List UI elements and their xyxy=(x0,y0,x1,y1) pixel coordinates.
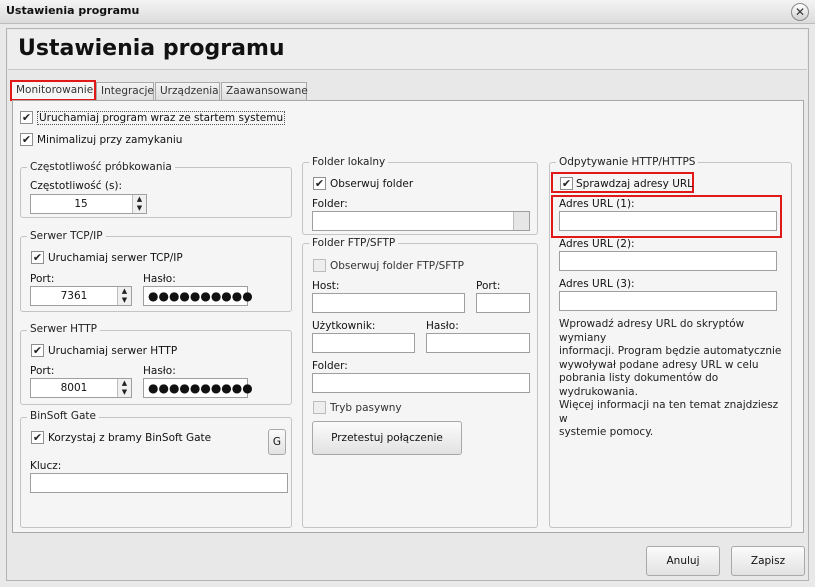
minimize-label: Minimalizuj przy zamykaniu xyxy=(37,134,183,146)
frequency-spinbox[interactable]: 15 ▲ ▼ xyxy=(30,194,147,214)
tcp-password-label: Hasło: xyxy=(143,273,176,285)
url3-label: Adres URL (3): xyxy=(559,278,635,290)
ftp-passive-label: Tryb pasywny xyxy=(330,402,402,414)
dialog-header: Ustawienia programu xyxy=(8,30,807,70)
ftp-user-input[interactable] xyxy=(312,333,415,353)
frequency-value: 15 xyxy=(74,198,88,210)
url-check-label: Sprawdzaj adresy URL xyxy=(576,178,694,190)
local-folder-label: Folder: xyxy=(312,198,348,210)
ftp-observe-checkbox[interactable] xyxy=(313,259,326,272)
ftp-host-label: Host: xyxy=(312,280,340,292)
gate-key-input[interactable] xyxy=(30,473,288,493)
group-title: BinSoft Gate xyxy=(27,410,99,422)
spin-arrows-icon[interactable]: ▲ ▼ xyxy=(117,287,131,305)
url2-label: Adres URL (2): xyxy=(559,238,635,250)
checkmark-icon: ✔ xyxy=(21,133,32,146)
ftp-passive-checkbox[interactable] xyxy=(313,401,326,414)
checkmark-icon: ✔ xyxy=(32,344,43,357)
info-line: Wprowadź adresy URL do skryptów wymiany xyxy=(559,318,745,344)
checkmark-icon: ✔ xyxy=(32,251,43,264)
window-title: Ustawienia programu xyxy=(6,4,140,17)
ftp-port-label: Port: xyxy=(476,280,501,292)
ftp-password-label: Hasło: xyxy=(426,320,459,332)
url1-label: Adres URL (1): xyxy=(559,198,635,210)
tab-label: Zaawansowane xyxy=(226,85,308,97)
checkmark-icon: ✔ xyxy=(32,431,43,444)
info-line: wywoływał podane adresy URL w celu xyxy=(559,358,759,371)
ftp-port-input[interactable] xyxy=(476,293,530,313)
tab-zaawansowane[interactable]: Zaawansowane xyxy=(221,82,308,100)
local-observe-checkbox[interactable]: ✔ xyxy=(313,177,326,190)
cancel-button[interactable]: Anuluj xyxy=(646,546,720,576)
checkmark-icon: ✔ xyxy=(21,111,32,124)
tab-label: Monitorowanie xyxy=(16,84,94,96)
tcp-port-spinbox[interactable]: 7361 ▲ ▼ xyxy=(30,286,132,306)
gate-enable-label: Korzystaj z bramy BinSoft Gate xyxy=(48,432,212,444)
tcp-port-label: Port: xyxy=(30,273,55,285)
ftp-folder-label: Folder: xyxy=(312,360,348,372)
tab-monitorowanie[interactable]: Monitorowanie xyxy=(10,80,96,101)
http-enable-label: Uruchamiaj serwer HTTP xyxy=(48,345,178,357)
minimize-checkbox[interactable]: ✔ xyxy=(20,133,33,146)
group-title: Częstotliwość próbkowania xyxy=(27,161,175,173)
http-port-value: 8001 xyxy=(60,382,88,394)
tcp-enable-checkbox[interactable]: ✔ xyxy=(31,251,44,264)
checkmark-icon: ✔ xyxy=(314,177,325,190)
http-port-label: Port: xyxy=(30,365,55,377)
gate-g-button[interactable]: G xyxy=(268,429,286,455)
ftp-observe-label: Obserwuj folder FTP/SFTP xyxy=(330,260,464,272)
close-button[interactable]: ✕ xyxy=(791,3,809,21)
local-folder-input[interactable] xyxy=(312,211,530,231)
tab-label: Integracje xyxy=(101,85,154,97)
test-connection-button[interactable]: Przetestuj połączenie xyxy=(312,421,462,455)
local-observe-label: Obserwuj folder xyxy=(330,178,414,190)
ftp-folder-input[interactable] xyxy=(312,373,530,393)
tcp-password-field[interactable]: ●●●●●●●●●● xyxy=(143,286,253,306)
spin-arrows-icon[interactable]: ▲ ▼ xyxy=(117,379,131,397)
url-check-checkbox[interactable]: ✔ xyxy=(560,177,573,190)
gate-enable-checkbox[interactable]: ✔ xyxy=(31,431,44,444)
info-line: systemie pomocy. xyxy=(559,426,654,438)
info-line: informacji. Program będzie automatycznie xyxy=(559,345,782,357)
tcp-port-value: 7361 xyxy=(60,290,88,302)
frequency-label: Częstotliwość (s): xyxy=(30,180,123,192)
close-icon: ✕ xyxy=(794,5,806,19)
http-password-field[interactable]: ●●●●●●●●●● xyxy=(143,378,253,398)
http-enable-checkbox[interactable]: ✔ xyxy=(31,344,44,357)
http-port-spinbox[interactable]: 8001 ▲ ▼ xyxy=(30,378,132,398)
autostart-checkbox[interactable]: ✔ xyxy=(20,111,33,124)
tab-integracje[interactable]: Integracje xyxy=(96,82,154,100)
gate-key-label: Klucz: xyxy=(30,460,62,472)
info-line: pobrania listy dokumentów do wydrukowani… xyxy=(559,372,719,398)
autostart-label: Uruchamiaj program wraz ze startem syste… xyxy=(37,111,286,125)
group-title: Serwer HTTP xyxy=(27,323,101,335)
checkmark-icon: ✔ xyxy=(561,177,572,190)
group-title: Odpytywanie HTTP/HTTPS xyxy=(556,156,699,168)
url3-input[interactable] xyxy=(559,291,777,311)
save-button[interactable]: Zapisz xyxy=(731,546,805,576)
url1-input[interactable] xyxy=(559,211,777,231)
window-titlebar: Ustawienia programu ✕ xyxy=(0,0,815,24)
url-info-text: Wprowadź adresy URL do skryptów wymiany … xyxy=(559,318,787,440)
ftp-user-label: Użytkownik: xyxy=(312,320,376,332)
ftp-password-input[interactable] xyxy=(426,333,530,353)
info-line: Więcej informacji na ten temat znajdzies… xyxy=(559,399,779,425)
group-title: Serwer TCP/IP xyxy=(27,230,106,242)
tab-urzadzenia[interactable]: Urządzenia xyxy=(155,82,220,100)
spin-arrows-icon[interactable]: ▲ ▼ xyxy=(132,195,146,213)
tcp-enable-label: Uruchamiaj serwer TCP/IP xyxy=(48,252,183,264)
http-password-label: Hasło: xyxy=(143,365,176,377)
group-title: Folder FTP/SFTP xyxy=(309,237,399,249)
browse-folder-icon[interactable] xyxy=(513,212,529,230)
page-title: Ustawienia programu xyxy=(18,36,285,61)
group-title: Folder lokalny xyxy=(309,156,389,168)
ftp-host-input[interactable] xyxy=(312,293,465,313)
url2-input[interactable] xyxy=(559,251,777,271)
tab-label: Urządzenia xyxy=(160,85,219,97)
